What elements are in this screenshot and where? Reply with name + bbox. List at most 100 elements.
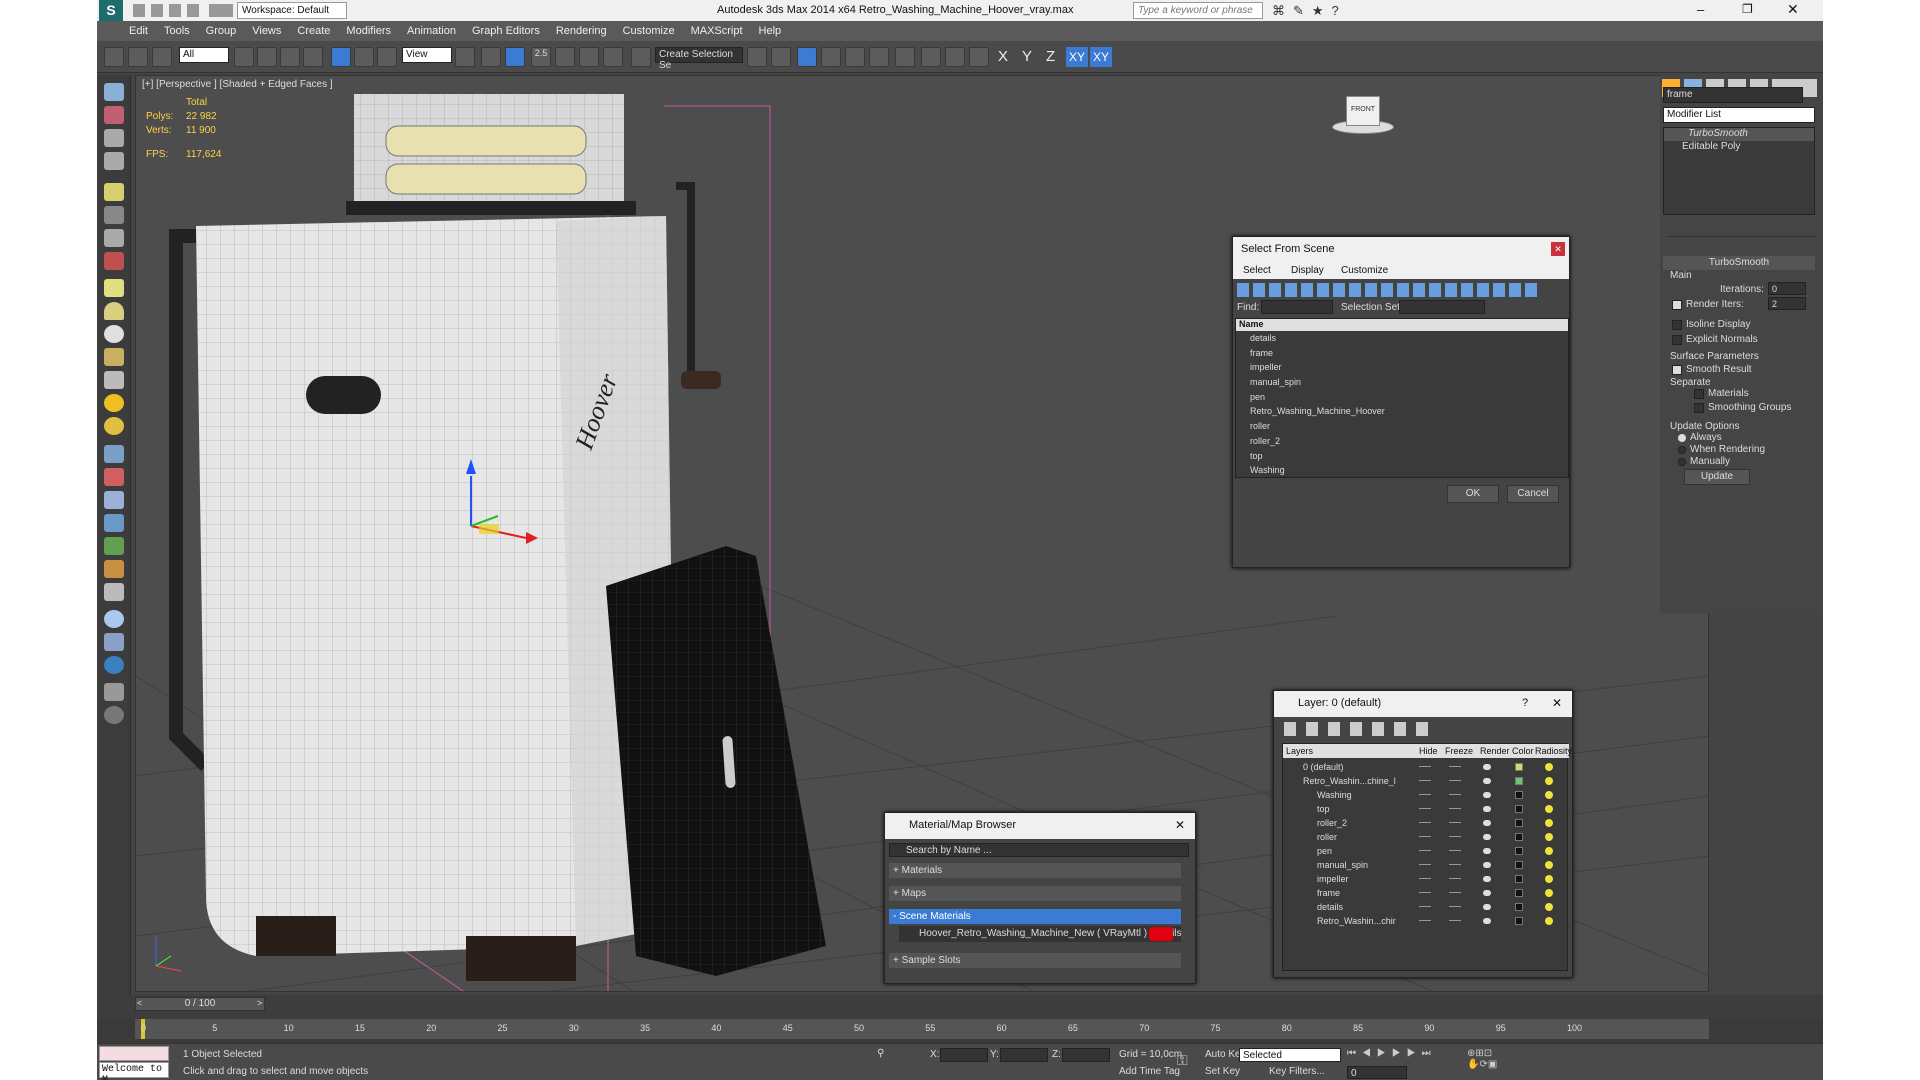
layer-color-swatch[interactable] xyxy=(1515,875,1523,883)
cone-icon[interactable] xyxy=(104,371,124,389)
layer-color-swatch[interactable] xyxy=(1515,903,1523,911)
layer-col-color[interactable]: Color xyxy=(1512,746,1534,756)
percent-snap-icon[interactable] xyxy=(579,47,599,67)
layer-color-swatch[interactable] xyxy=(1515,833,1523,841)
sfs-filter-toolbar[interactable] xyxy=(1237,283,1537,297)
layer-row[interactable]: roller_2 xyxy=(1283,816,1569,830)
sphere-yellow-icon[interactable] xyxy=(104,417,124,435)
object-icon[interactable] xyxy=(104,129,124,147)
render-iters-checkbox[interactable] xyxy=(1672,300,1682,310)
layer-row[interactable]: Washing xyxy=(1283,788,1569,802)
menu-graph-editors[interactable]: Graph Editors xyxy=(464,25,548,37)
sfs-item-pen[interactable]: pen xyxy=(1236,390,1568,405)
layer-freeze-toggle[interactable] xyxy=(1449,836,1461,837)
time-slider-bar[interactable]: 0 / 100 < > xyxy=(97,995,1823,1019)
select-from-scene-close-button[interactable]: ✕ xyxy=(1551,242,1565,256)
sfs-cancel-button[interactable]: Cancel xyxy=(1507,485,1559,503)
sfs-ok-button[interactable]: OK xyxy=(1447,485,1499,503)
sfs-menu-customize[interactable]: Customize xyxy=(1341,265,1388,276)
bind-space-warp-icon[interactable] xyxy=(152,47,172,67)
set-key-button[interactable]: Set Key xyxy=(1205,1066,1240,1077)
maps-section[interactable]: + Maps xyxy=(889,886,1181,901)
material-icon[interactable] xyxy=(104,633,124,651)
plant-icon[interactable] xyxy=(104,537,124,555)
teapot-icon[interactable] xyxy=(104,348,124,366)
key-icon[interactable]: ⚿ xyxy=(1177,1052,1188,1069)
light-bulb-icon[interactable] xyxy=(104,183,124,201)
selection-region-icon[interactable] xyxy=(280,47,300,67)
layer-dialog-close-button[interactable]: ✕ xyxy=(1552,696,1562,710)
viewcube-face[interactable]: FRONT xyxy=(1346,96,1380,126)
materials-section[interactable]: + Materials xyxy=(889,863,1181,878)
render-iters-spinner[interactable]: 2 xyxy=(1768,297,1806,310)
help-icons[interactable]: ⌘✎★? xyxy=(1272,3,1372,18)
layer-radiosity-bulb-icon[interactable] xyxy=(1545,791,1553,799)
lights-icon[interactable] xyxy=(104,83,124,101)
scene-materials-section[interactable]: - Scene Materials xyxy=(889,909,1181,924)
ball-icon[interactable] xyxy=(104,610,124,628)
find-field[interactable] xyxy=(1261,300,1333,314)
layer-radiosity-bulb-icon[interactable] xyxy=(1545,777,1553,785)
select-manipulate-icon[interactable] xyxy=(481,47,501,67)
layer-render-teapot-icon[interactable] xyxy=(1483,806,1491,812)
paint-icon[interactable] xyxy=(104,206,124,224)
layer-row[interactable]: details xyxy=(1283,900,1569,914)
layer-hide-toggle[interactable] xyxy=(1419,850,1431,851)
sfs-item-details[interactable]: details xyxy=(1236,331,1568,346)
smooth-result-checkbox[interactable] xyxy=(1672,365,1682,375)
layer-color-swatch[interactable] xyxy=(1515,889,1523,897)
layer-row[interactable]: roller xyxy=(1283,830,1569,844)
layer-radiosity-bulb-icon[interactable] xyxy=(1545,763,1553,771)
material-search-input[interactable]: Search by Name ... xyxy=(889,843,1189,857)
sfs-item-impeller[interactable]: impeller xyxy=(1236,360,1568,375)
pivot-center-icon[interactable] xyxy=(455,47,475,67)
window-crossing-icon[interactable] xyxy=(303,47,323,67)
sfs-item-roller-2[interactable]: roller_2 xyxy=(1236,434,1568,449)
layer-hide-toggle[interactable] xyxy=(1419,766,1431,767)
playback-controls[interactable]: ⏮◀▶▶▶⏭ xyxy=(1347,1048,1467,1062)
viewport-nav-controls[interactable]: ⊕⊞⊡ ✋⟳▣ xyxy=(1467,1048,1523,1078)
add-time-tag[interactable]: Add Time Tag xyxy=(1119,1066,1180,1077)
layer-icon[interactable] xyxy=(104,683,124,701)
workspace-dropdown[interactable]: Workspace: Default xyxy=(237,2,347,19)
stack-item-editable-poly[interactable]: Editable Poly xyxy=(1664,141,1814,154)
layer-hide-toggle[interactable] xyxy=(1419,780,1431,781)
unlink-icon[interactable] xyxy=(128,47,148,67)
sfs-item-retro-washing-machine[interactable]: Retro_Washing_Machine_Hoover xyxy=(1236,404,1568,419)
sfs-item-manual-spin[interactable]: manual_spin xyxy=(1236,375,1568,390)
align-icon[interactable] xyxy=(771,47,791,67)
layer-row[interactable]: Retro_Washin...chir xyxy=(1283,914,1569,928)
layer-freeze-toggle[interactable] xyxy=(1449,794,1461,795)
smoothing-groups-checkbox[interactable] xyxy=(1694,403,1704,413)
rendered-frame-window-icon[interactable] xyxy=(945,47,965,67)
select-by-name-icon[interactable] xyxy=(257,47,277,67)
layer-color-swatch[interactable] xyxy=(1515,763,1523,771)
welcome-field[interactable]: Welcome to M xyxy=(99,1062,169,1080)
close-button[interactable]: ✕ xyxy=(1787,1,1799,18)
select-object-icon[interactable] xyxy=(234,47,254,67)
snaps-toggle-icon[interactable]: 2.5 xyxy=(531,47,551,67)
explicit-normals-checkbox[interactable] xyxy=(1672,335,1682,345)
selected-dropdown[interactable]: Selected xyxy=(1239,1048,1341,1062)
viewport-label[interactable]: [+] [Perspective ] [Shaded + Edged Faces… xyxy=(142,79,333,90)
sfs-item-top[interactable]: top xyxy=(1236,449,1568,464)
reference-coordinate-dropdown[interactable]: View xyxy=(402,47,452,63)
select-scale-icon[interactable] xyxy=(377,47,397,67)
menu-tools[interactable]: Tools xyxy=(156,25,198,37)
layer-row[interactable]: frame xyxy=(1283,886,1569,900)
menu-create[interactable]: Create xyxy=(289,25,338,37)
layer-radiosity-bulb-icon[interactable] xyxy=(1545,833,1553,841)
layer-hide-toggle[interactable] xyxy=(1419,794,1431,795)
render-production-icon[interactable] xyxy=(969,47,989,67)
quick-access-icons[interactable] xyxy=(133,4,233,17)
viewcube[interactable]: FRONT xyxy=(1332,96,1394,136)
material-editor-icon[interactable] xyxy=(895,47,915,67)
layer-row[interactable]: impeller xyxy=(1283,872,1569,886)
minimize-button[interactable]: – xyxy=(1697,2,1704,17)
next-frame-button[interactable]: > xyxy=(257,998,262,1008)
edit-named-selection-icon[interactable] xyxy=(631,47,651,67)
materials-checkbox[interactable] xyxy=(1694,389,1704,399)
search-input[interactable]: Type a keyword or phrase xyxy=(1133,2,1263,19)
help-icon[interactable] xyxy=(104,706,124,724)
layer-freeze-toggle[interactable] xyxy=(1449,822,1461,823)
